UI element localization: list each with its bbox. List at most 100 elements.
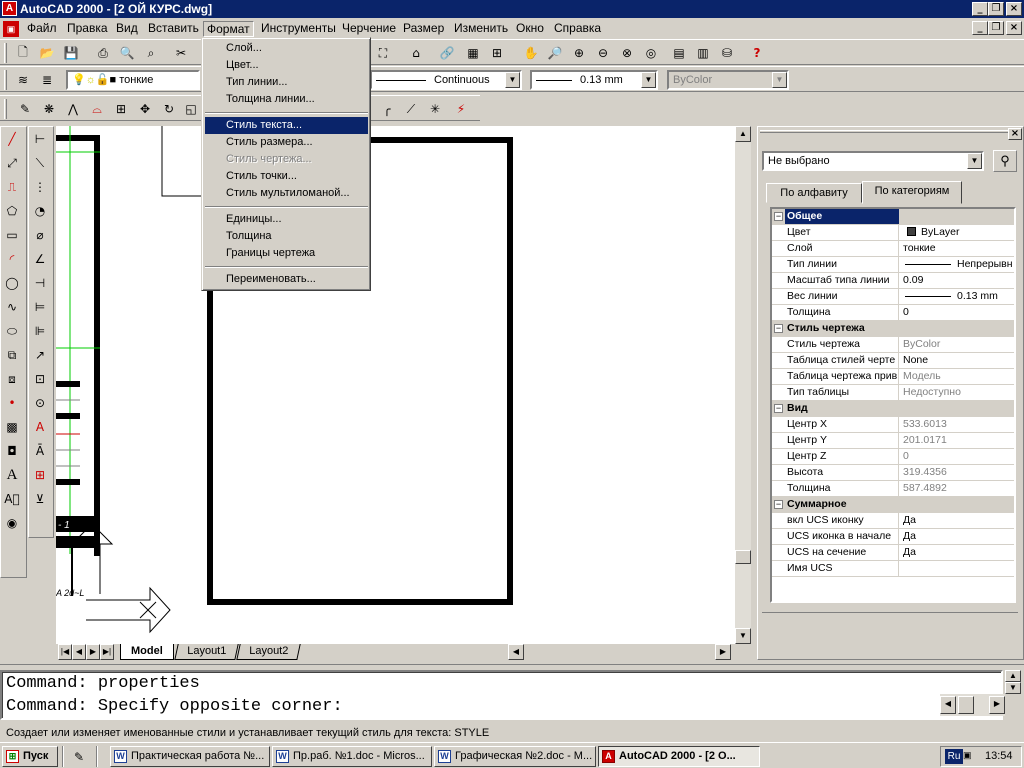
zoom-extents-icon[interactable]: ⊗ [616,42,638,64]
zoom-window-icon[interactable]: ⊕ [568,42,590,64]
quick-launch-icon[interactable]: ✎ [68,746,90,767]
aerial-view-icon[interactable]: ◎ [640,42,662,64]
collapse-icon[interactable]: − [774,404,783,413]
chevron-down-icon[interactable]: ▼ [641,72,656,88]
collapse-icon[interactable]: − [774,500,783,509]
menu-format[interactable]: Формат [203,21,254,37]
menu-modify[interactable]: Изменить [451,21,511,37]
menu-item-drawing-limits[interactable]: Границы чертежа [205,245,368,262]
menu-item-layer[interactable]: Слой... [205,40,368,57]
find-icon[interactable]: ⌕ [140,42,162,64]
task-autocad[interactable]: A AutoCAD 2000 - [2 О... [598,746,760,767]
menu-item-point-style[interactable]: Стиль точки... [205,168,368,185]
mirror-icon[interactable]: ⋀ [62,98,84,120]
erase-icon[interactable]: ✎ [14,98,36,120]
doc-minimize-button[interactable]: _ [972,21,988,35]
center-mark-icon[interactable]: ⊙ [29,391,51,415]
dimension-text-edit-icon[interactable]: Ā [29,439,51,463]
command-horizontal-scrollbar[interactable]: ◀ ▶ [940,694,1005,716]
property-row[interactable]: UCS на сечение Да [772,545,1014,561]
make-object-layer-current-icon[interactable]: ≣ [36,69,58,91]
polygon-icon[interactable]: ⬠ [1,199,23,223]
arc-icon[interactable]: ◜ [1,247,23,271]
mtext-icon[interactable]: A [1,463,23,487]
donut-icon[interactable]: ◉ [1,511,23,535]
hyperlink-icon[interactable]: 🔗 [436,42,458,64]
chamfer-icon[interactable]: ⟋ [400,98,422,120]
scroll-down-icon[interactable]: ▼ [1005,682,1021,694]
scroll-down-icon[interactable]: ▼ [735,628,751,644]
offset-icon[interactable]: ⌓ [86,98,108,120]
property-row[interactable]: Таблица чертежа прив Модель [772,369,1014,385]
array-icon[interactable]: ⊞ [110,98,132,120]
last-tab-icon[interactable]: ▶| [100,644,114,660]
tab-alphabetic[interactable]: По алфавиту [766,183,862,203]
selection-combo[interactable]: Не выбрано ▼ [762,151,984,171]
polyline-icon[interactable]: ⎍ [1,175,23,199]
property-category[interactable]: − Стиль чертежа [772,321,1014,337]
scroll-left-icon[interactable]: ◀ [940,696,956,714]
property-row[interactable]: Таблица стилей черте None [772,353,1014,369]
property-row[interactable]: Слой тонкие [772,241,1014,257]
copy-icon[interactable]: ❋ [38,98,60,120]
insert-block-icon[interactable]: ⧉ [1,343,23,367]
explode-icon[interactable]: ✳ [424,98,446,120]
collapse-icon[interactable]: − [774,324,783,333]
maximize-button[interactable]: ❐ [988,2,1004,16]
lineweight-combo[interactable]: 0.13 mm ▼ [530,70,658,90]
command-vertical-scrollbar[interactable]: ▲ ▼ [1005,670,1021,694]
property-row[interactable]: Толщина 587.4892 [772,481,1014,497]
linetype-combo[interactable]: Continuous ▼ [370,70,522,90]
property-category[interactable]: − Вид [772,401,1014,417]
doc-restore-button[interactable]: ❐ [988,21,1004,35]
drawing-canvas[interactable]: - 1 A 2d~L [55,126,735,644]
zoom-previous-icon[interactable]: ⊖ [592,42,614,64]
tab-categorized[interactable]: По категориям [862,181,962,204]
menu-item-lineweight[interactable]: Толщина линии... [205,91,368,108]
property-row[interactable]: Тип таблицы Недоступно [772,385,1014,401]
autocad-logo-icon[interactable]: A [2,1,17,16]
document-icon[interactable]: ▣ [3,21,19,37]
first-tab-icon[interactable]: |◀ [58,644,72,660]
property-category[interactable]: − Общее [772,209,1014,225]
palette-grip[interactable] [760,130,1008,133]
tab-layout1[interactable]: Layout1 [174,644,239,660]
scroll-left-icon[interactable]: ◀ [508,644,524,660]
ellipse-icon[interactable]: ⬭ [1,319,23,343]
property-row[interactable]: Стиль чертежа ByColor [772,337,1014,353]
tab-model[interactable]: Model [120,644,174,660]
property-row[interactable]: Цвет ByLayer [772,225,1014,241]
print-icon[interactable]: ⎙ [92,42,114,64]
explode-wand-icon[interactable]: ⚡ [450,98,472,120]
dbconnect-icon[interactable]: ⛁ [716,42,738,64]
continue-dimension-icon[interactable]: ⊫ [29,319,51,343]
layer-combo[interactable]: 💡☼🔓■ тонкие [66,70,200,90]
menu-item-thickness[interactable]: Толщина [205,228,368,245]
scroll-thumb[interactable] [958,696,974,714]
menu-draw[interactable]: Черчение [339,21,399,37]
quick-dimension-icon[interactable]: ⊣ [29,271,51,295]
baseline-dimension-icon[interactable]: ⊨ [29,295,51,319]
move-icon[interactable]: ✥ [134,98,156,120]
property-row[interactable]: Толщина 0 [772,305,1014,321]
start-button[interactable]: ⊞ Пуск [2,746,58,767]
property-row[interactable]: Имя UCS [772,561,1014,577]
save-icon[interactable]: 💾 [60,42,82,64]
ordinate-dimension-icon[interactable]: ⋮ [29,175,51,199]
new-file-icon[interactable]: 🗋 [12,42,34,64]
cut-icon[interactable]: ✂ [170,42,192,64]
dimension-edit-icon[interactable]: A [29,415,51,439]
print-preview-icon[interactable]: 🔍 [116,42,138,64]
zoom-realtime-icon[interactable]: 🔎 [544,42,566,64]
menu-item-text-style[interactable]: Стиль текста... [205,117,368,134]
properties-icon[interactable]: ▤ [668,42,690,64]
close-button[interactable]: × [1006,2,1022,16]
property-row[interactable]: Высота 319.4356 [772,465,1014,481]
property-row[interactable]: Центр X 533.6013 [772,417,1014,433]
menu-window[interactable]: Окно [513,21,547,37]
menu-tools[interactable]: Инструменты [258,21,339,37]
tolerance-icon[interactable]: ⊡ [29,367,51,391]
help-icon[interactable]: ? [746,42,768,64]
doc-close-button[interactable]: × [1006,21,1022,35]
property-row[interactable]: вкл UCS иконку Да [772,513,1014,529]
